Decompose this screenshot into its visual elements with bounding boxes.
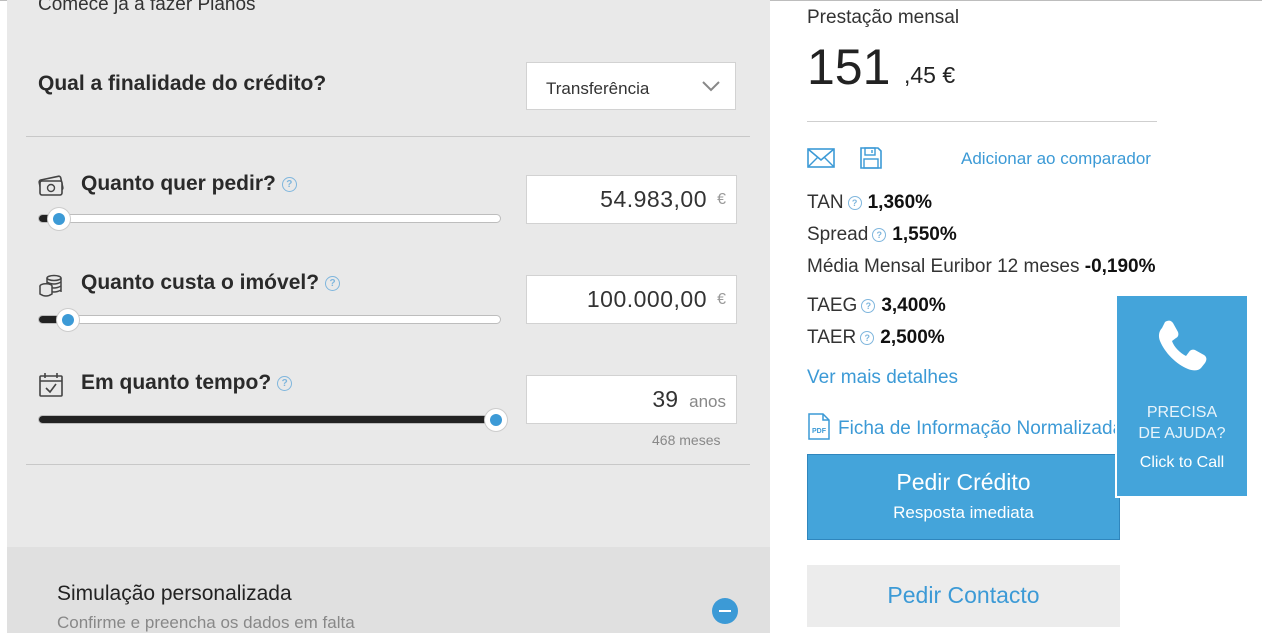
finalidade-selected-value: Transferência [546, 79, 650, 98]
tempo-question-label: Em quanto tempo? [81, 371, 272, 394]
help-widget-line2: DE AJUDA? [1138, 425, 1226, 442]
pedir-question: Quanto quer pedir?? [81, 172, 297, 196]
help-icon[interactable]: ? [861, 298, 876, 313]
help-icon[interactable]: ? [325, 275, 341, 291]
tempo-unit: anos [689, 392, 726, 411]
tempo-input[interactable]: 39 anos [526, 375, 737, 424]
imovel-value: 100.000,00 [586, 286, 707, 312]
pdf-icon-label: PDF [812, 428, 827, 435]
rate-label: TAER [807, 327, 857, 348]
help-icon[interactable]: ? [847, 195, 862, 210]
rate-row: TAN? 1,360% [807, 192, 932, 214]
phone-icon [1158, 320, 1207, 371]
rate-row: Média Mensal Euribor 12 meses -0,190% [807, 256, 1156, 278]
rate-value: -0,190% [1084, 256, 1156, 277]
rate-label: TAEG [807, 295, 858, 316]
imovel-slider[interactable] [38, 309, 501, 331]
simulation-subtitle: Confirme e preencha os dados em falta [57, 613, 355, 632]
rate-label: Spread [807, 224, 869, 245]
tempo-slider-fill [39, 416, 496, 423]
tempo-value: 39 [652, 386, 678, 412]
finalidade-select[interactable]: Transferência [526, 62, 736, 110]
help-widget-text: PRECISA DE AJUDA? [1117, 402, 1247, 444]
help-icon[interactable]: ? [872, 227, 887, 242]
monthly-payment-decimal: ,45 € [904, 62, 956, 88]
pedir-question-label: Quanto quer pedir? [81, 172, 276, 195]
imovel-question: Quanto custa o imóvel?? [81, 271, 341, 295]
collapse-button[interactable] [712, 598, 738, 624]
request-credit-button[interactable]: Pedir Crédito Resposta imediata [807, 454, 1120, 540]
rate-value: 1,550% [892, 224, 957, 245]
rate-row: TAEG? 3,400% [807, 295, 946, 317]
help-icon[interactable]: ? [277, 375, 293, 391]
monthly-payment-integer: 151 [807, 39, 891, 95]
imovel-slider-handle[interactable] [56, 309, 79, 331]
rate-value: 3,400% [881, 295, 946, 316]
tempo-slider[interactable] [38, 409, 507, 431]
pedir-input[interactable]: 54.983,00 € [526, 175, 737, 224]
pedir-slider[interactable] [38, 208, 501, 230]
information-sheet-link[interactable]: Ficha de Informação Normalizada [838, 418, 1118, 440]
rate-label: TAN [807, 192, 844, 213]
request-credit-title: Pedir Crédito [896, 469, 1031, 495]
help-icon[interactable]: ? [281, 176, 297, 192]
pedir-unit: € [717, 191, 726, 208]
save-icon[interactable] [859, 146, 883, 170]
rate-value: 1,360% [867, 192, 933, 213]
rate-label: Média Mensal Euribor 12 meses [807, 256, 1080, 277]
tempo-slider-handle[interactable] [485, 409, 507, 431]
pedir-slider-handle[interactable] [47, 208, 70, 230]
chevron-down-icon [702, 81, 720, 92]
divider [26, 464, 750, 465]
divider [807, 121, 1157, 122]
request-credit-subtitle: Resposta imediata [893, 503, 1034, 522]
mail-icon[interactable] [807, 148, 835, 168]
months-hint: 468 meses [652, 432, 721, 448]
pedir-value: 54.983,00 [600, 186, 707, 212]
imovel-question-label: Quanto custa o imóvel? [81, 271, 320, 294]
monthly-payment-label: Prestação mensal [807, 7, 960, 28]
divider [26, 136, 750, 137]
pdf-icon[interactable]: PDF [808, 413, 830, 440]
rate-row: Spread? 1,550% [807, 224, 957, 246]
simulation-title: Simulação personalizada [57, 582, 292, 605]
imovel-input[interactable]: 100.000,00 € [526, 275, 737, 324]
help-icon[interactable]: ? [860, 330, 875, 345]
click-to-call-label: Click to Call [1139, 454, 1225, 471]
money-icon [38, 175, 64, 196]
tempo-question: Em quanto tempo?? [81, 371, 293, 395]
request-contact-label: Pedir Contacto [887, 582, 1040, 608]
rate-row: TAER? 2,500% [807, 327, 945, 349]
rate-value: 2,500% [880, 327, 945, 348]
finalidade-question: Qual a finalidade do crédito? [38, 72, 327, 95]
intro-text: Comece já a fazer Planos [38, 0, 256, 15]
coins-icon [39, 274, 62, 297]
help-widget-line1: PRECISA [1146, 404, 1218, 421]
imovel-unit: € [717, 291, 726, 308]
click-to-call-widget[interactable]: PRECISA DE AJUDA? Click to Call [1115, 294, 1249, 498]
calendar-icon [39, 373, 63, 397]
more-details-link[interactable]: Ver mais detalhes [807, 367, 958, 389]
request-contact-button[interactable]: Pedir Contacto [807, 565, 1120, 627]
add-to-comparator-link[interactable]: Adicionar ao comparador [961, 149, 1151, 169]
